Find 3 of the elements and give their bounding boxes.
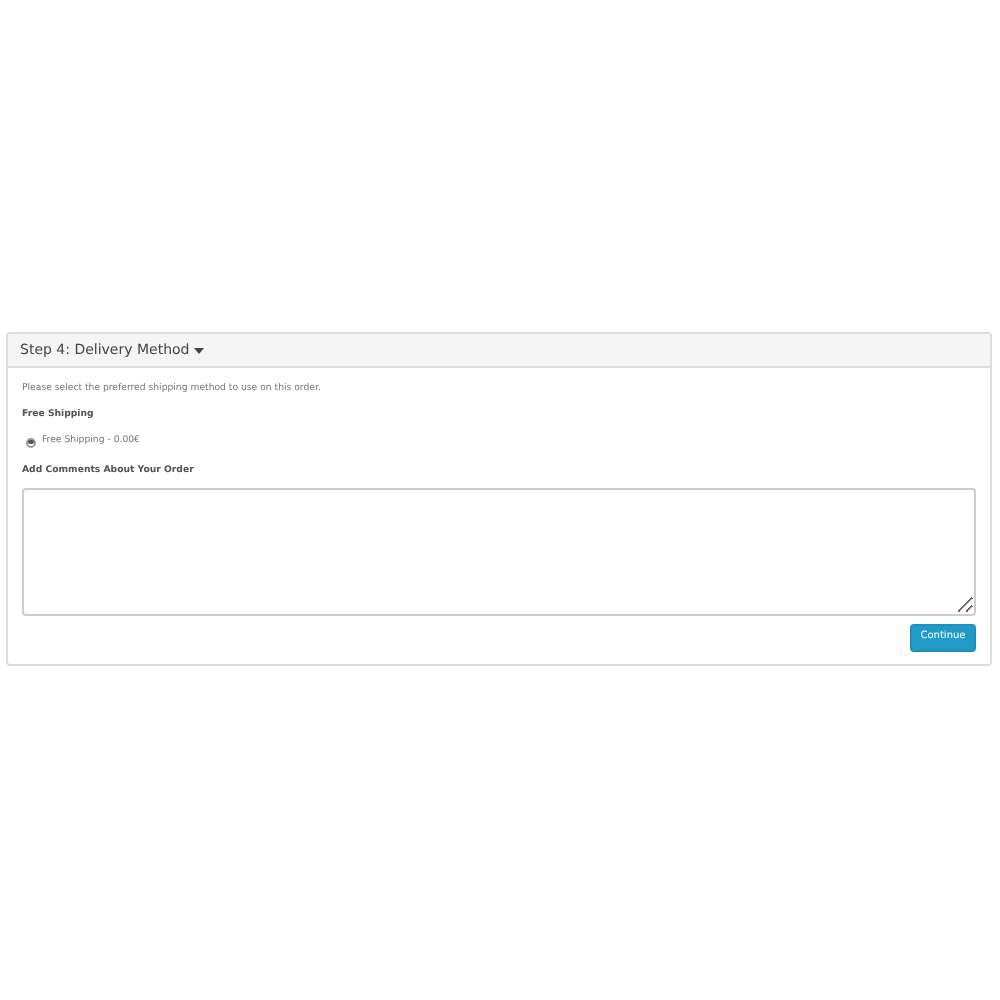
radio-button[interactable] [26, 437, 36, 448]
comments-field[interactable] [22, 487, 976, 616]
caret-icon [193, 347, 204, 353]
